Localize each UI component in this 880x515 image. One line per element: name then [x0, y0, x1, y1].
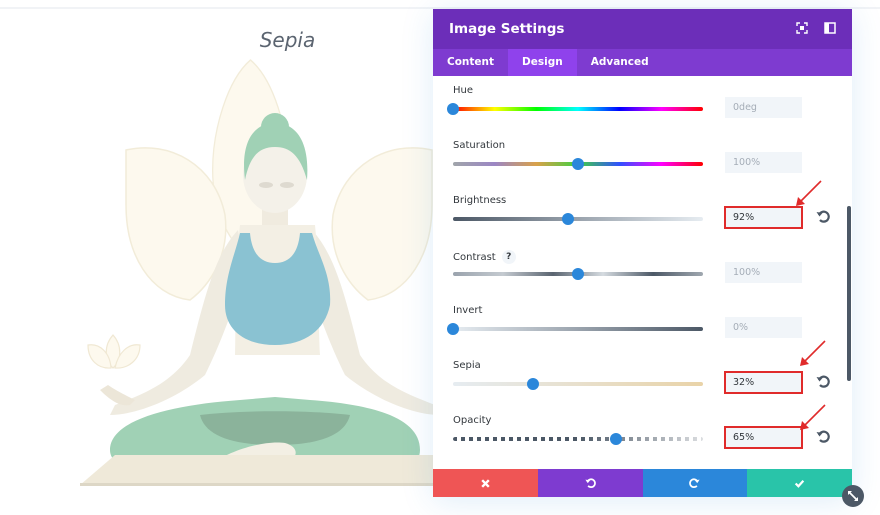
- modal-title: Image Settings: [449, 21, 565, 37]
- brightness-field: Brightness: [453, 195, 833, 229]
- cancel-button[interactable]: [433, 469, 538, 497]
- yoga-illustration[interactable]: [0, 55, 440, 495]
- annotation-arrow: [800, 340, 826, 366]
- brightness-slider[interactable]: [453, 213, 703, 225]
- page: Sepia Image Settings Content Design Adva…: [0, 0, 880, 515]
- hue-label: Hue: [453, 85, 474, 96]
- resize-icon: [848, 491, 858, 501]
- brightness-reset-icon[interactable]: [816, 210, 830, 224]
- hue-field: Hue: [447, 85, 833, 118]
- opacity-slider-track: [453, 433, 703, 445]
- sepia-input[interactable]: [724, 371, 803, 394]
- invert-input[interactable]: [725, 317, 802, 338]
- opacity-field: Opacity: [453, 415, 833, 449]
- sepia-slider-thumb[interactable]: [527, 378, 539, 390]
- resize-handle[interactable]: [842, 485, 864, 507]
- image-caption: Sepia: [259, 28, 316, 52]
- sepia-reset-icon[interactable]: [816, 375, 830, 389]
- contrast-slider-thumb[interactable]: [572, 268, 584, 280]
- modal-tabs: Content Design Advanced: [433, 49, 852, 76]
- tab-advanced[interactable]: Advanced: [577, 49, 663, 76]
- saturation-slider[interactable]: [453, 158, 703, 170]
- saturation-label: Saturation: [453, 140, 506, 151]
- saturation-field: Saturation: [453, 140, 833, 173]
- settings-body: Hue Saturation Brightness: [433, 76, 852, 469]
- close-icon: [481, 478, 490, 488]
- hue-input[interactable]: [725, 97, 802, 118]
- save-button[interactable]: [747, 469, 852, 497]
- brightness-slider-thumb[interactable]: [562, 213, 574, 225]
- modal-footer: [433, 469, 852, 497]
- tab-design[interactable]: Design: [508, 49, 577, 76]
- sepia-field: Sepia: [453, 360, 833, 394]
- invert-slider[interactable]: [447, 323, 703, 335]
- annotation-arrow: [800, 404, 826, 430]
- brightness-label: Brightness: [453, 195, 507, 206]
- small-lotus: [87, 334, 141, 369]
- opacity-label: Opacity: [453, 415, 492, 426]
- scrollbar[interactable]: [847, 206, 851, 381]
- invert-slider-thumb[interactable]: [447, 323, 459, 335]
- image-settings-modal: Image Settings Content Design Advanced H…: [433, 9, 852, 497]
- help-icon[interactable]: ?: [501, 250, 516, 264]
- sidebar-layout-icon[interactable]: [824, 22, 836, 34]
- invert-field: Invert: [447, 305, 833, 338]
- modal-header[interactable]: Image Settings: [433, 9, 852, 49]
- contrast-input[interactable]: [725, 262, 802, 283]
- opacity-input[interactable]: [724, 426, 803, 449]
- invert-label: Invert: [453, 305, 483, 316]
- sepia-label: Sepia: [453, 360, 481, 371]
- contrast-slider[interactable]: [453, 268, 703, 280]
- undo-button[interactable]: [537, 469, 643, 497]
- redo-icon: [689, 477, 700, 488]
- opacity-slider-thumb[interactable]: [609, 433, 622, 445]
- hue-slider-thumb[interactable]: [447, 103, 459, 115]
- saturation-slider-thumb[interactable]: [572, 158, 584, 170]
- contrast-label-text: Contrast: [453, 251, 496, 263]
- brightness-input[interactable]: [724, 206, 803, 229]
- check-icon: [794, 479, 805, 488]
- undo-icon: [585, 477, 596, 488]
- fullscreen-icon[interactable]: [796, 22, 808, 34]
- saturation-input[interactable]: [725, 152, 802, 173]
- tab-content[interactable]: Content: [433, 49, 508, 76]
- contrast-field: Contrast ?: [453, 250, 833, 283]
- sepia-slider[interactable]: [453, 378, 703, 390]
- annotation-arrow: [796, 180, 822, 206]
- hue-slider[interactable]: [447, 103, 703, 115]
- redo-button[interactable]: [642, 469, 748, 497]
